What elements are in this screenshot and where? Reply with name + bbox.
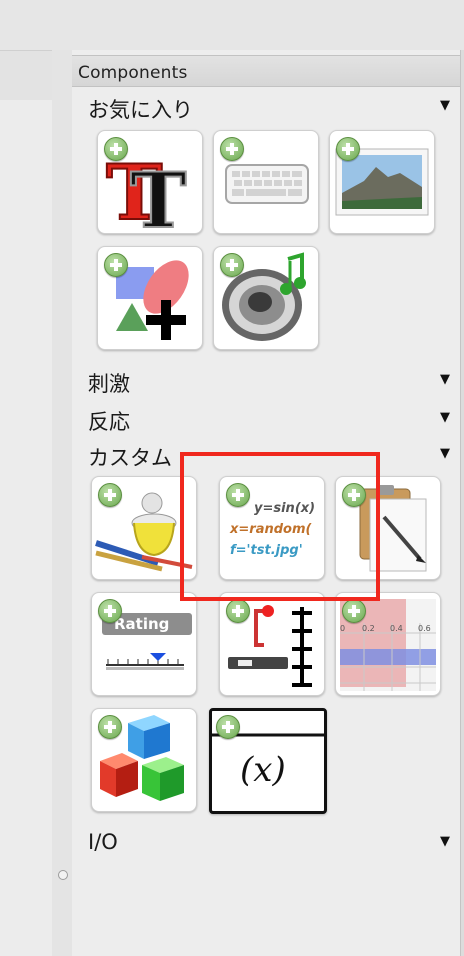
panel-title: Components xyxy=(78,63,188,83)
polygon-component-button[interactable] xyxy=(97,246,203,350)
add-icon xyxy=(98,483,122,507)
section-label: 刺激 xyxy=(88,372,130,396)
collapse-arrow-icon[interactable]: ▼ xyxy=(440,372,450,387)
add-icon xyxy=(104,253,128,277)
panel-header: Components xyxy=(72,55,460,87)
add-icon xyxy=(98,715,122,739)
section-label: お気に入り xyxy=(88,98,193,122)
rating-label: Rating xyxy=(114,615,170,633)
section-io[interactable]: I/O ▼ xyxy=(72,828,460,858)
function-component-button[interactable]: (x) xyxy=(209,708,327,814)
rating-component-button[interactable]: Rating xyxy=(91,592,197,696)
add-icon xyxy=(220,253,244,277)
add-icon xyxy=(336,137,360,161)
section-label: 反応 xyxy=(88,410,130,434)
left-pane-header xyxy=(0,50,53,101)
right-scroll-edge xyxy=(460,50,464,956)
axis-tick: 0.6 xyxy=(418,624,431,633)
splitter-handle[interactable] xyxy=(58,870,68,880)
section-stimuli[interactable]: 刺激 ▼ xyxy=(72,366,460,396)
collapse-arrow-icon[interactable]: ▼ xyxy=(440,98,450,113)
pane-splitter[interactable] xyxy=(52,50,73,956)
add-icon xyxy=(226,599,250,623)
axis-tick: 0.2 xyxy=(362,624,375,633)
svg-text:T: T xyxy=(130,156,187,233)
text-component-button[interactable]: T T xyxy=(97,130,203,234)
left-pane xyxy=(0,100,53,956)
add-icon xyxy=(98,599,122,623)
add-icon xyxy=(342,599,366,623)
highlight-box xyxy=(180,452,380,601)
add-icon xyxy=(104,137,128,161)
axis-tick: 0 xyxy=(340,624,345,633)
cubes-component-button[interactable] xyxy=(91,708,197,812)
image-component-button[interactable] xyxy=(329,130,435,234)
collapse-arrow-icon[interactable]: ▼ xyxy=(440,410,450,425)
section-label: I/O xyxy=(88,830,118,854)
section-label: カスタム xyxy=(88,446,172,470)
add-icon xyxy=(216,715,240,739)
top-strip xyxy=(0,0,464,50)
axis-tick: 0.4 xyxy=(390,624,403,633)
slider-component-button[interactable] xyxy=(219,592,325,696)
keyboard-component-button[interactable] xyxy=(213,130,319,234)
section-favorites[interactable]: お気に入り ▼ xyxy=(72,92,460,122)
collapse-arrow-icon[interactable]: ▼ xyxy=(440,834,450,849)
form-component-button[interactable]: 0 0.2 0.4 0.6 xyxy=(335,592,441,696)
section-responses[interactable]: 反応 ▼ xyxy=(72,404,460,434)
sound-component-button[interactable] xyxy=(213,246,319,350)
function-text: (x) xyxy=(240,750,286,790)
add-icon xyxy=(220,137,244,161)
collapse-arrow-icon[interactable]: ▼ xyxy=(440,446,450,461)
